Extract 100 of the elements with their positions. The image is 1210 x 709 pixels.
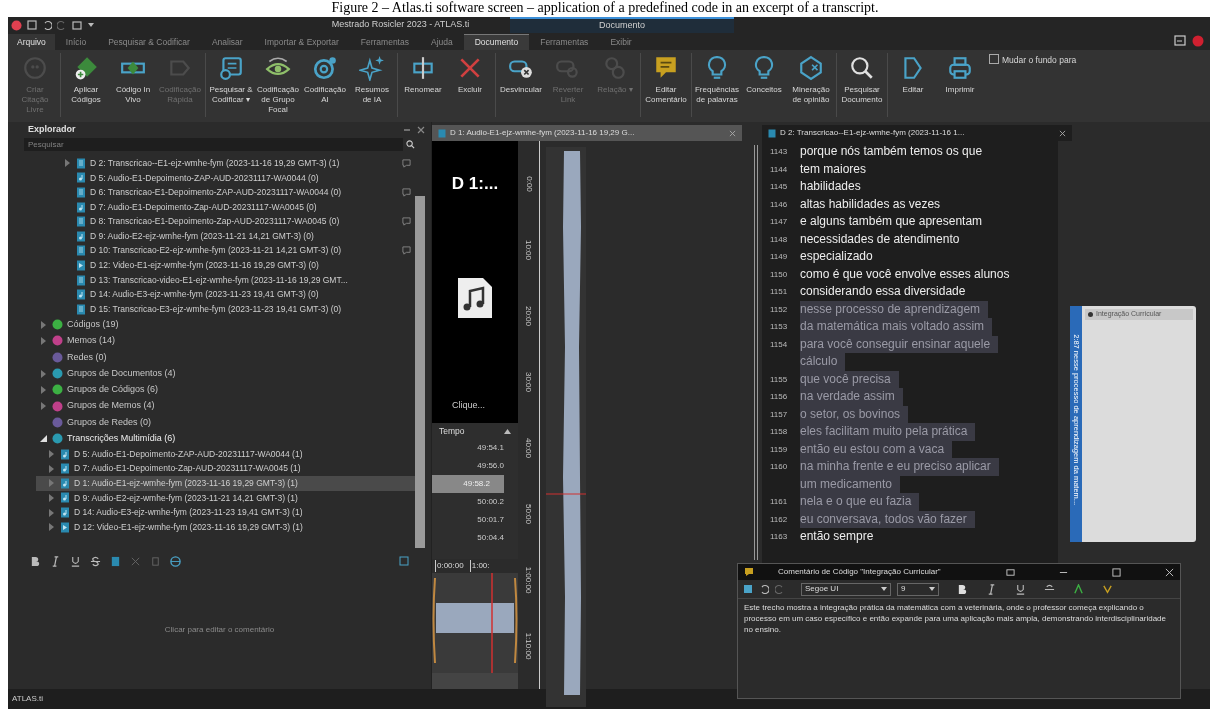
- tree-item[interactable]: Grupos de Redes (0): [36, 414, 415, 431]
- ribbon-tab[interactable]: Ferramentas: [349, 34, 420, 50]
- comment-icon: [402, 188, 411, 197]
- ruler-label: 10:00: [523, 240, 535, 260]
- checkbox[interactable]: [989, 54, 999, 64]
- tree-item[interactable]: Grupos de Códigos (6): [36, 381, 415, 398]
- ribbon-tab[interactable]: Analisar: [200, 34, 254, 50]
- tree-item[interactable]: D 5: Audio-E1-Depoimento-ZAP-AUD-20231117-WA0044 (0): [52, 170, 415, 186]
- line-number: 1150: [769, 268, 789, 281]
- ribbon-button[interactable]: Mineração de opinião: [789, 53, 833, 105]
- document-icon: [110, 555, 121, 567]
- close-icon: [729, 129, 736, 137]
- ribbon-button[interactable]: Editar Comentário: [644, 53, 688, 105]
- tree-item[interactable]: D 13: Transcricao-video-E1-ejz-wmhe-fym (2023-11-16 19,29 GMT...: [52, 272, 415, 288]
- tree-item[interactable]: D 14: Audio-E3-ejz-wmhe-fym (2023-11-23 19,41 GMT-3) (0): [52, 287, 415, 302]
- ribbon-button[interactable]: Excluir: [448, 53, 492, 95]
- sparkle-icon: [359, 55, 385, 81]
- audio-document-icon: [60, 477, 70, 489]
- tree-item[interactable]: D 1: Audio-E1-ejz-wmhe-fym (2023-11-16 19,29 GMT-3) (1): [36, 476, 415, 491]
- tree-item[interactable]: Grupos de Memos (4): [36, 398, 415, 415]
- ribbon-button[interactable]: Codificação de Grupo Focal: [256, 53, 300, 115]
- line-number: 1157: [769, 408, 789, 421]
- ribbon-tab[interactable]: Importar & Exportar: [253, 34, 350, 50]
- ribbon-tab[interactable]: Exibir: [599, 34, 643, 50]
- ribbon-button[interactable]: Pesquisar & Codificar ▾: [209, 53, 253, 105]
- tree-item[interactable]: Transcrições Multimídia (6): [36, 430, 415, 447]
- time-entry[interactable]: 50:01.7: [432, 511, 518, 529]
- ribbon-button[interactable]: Desvincular: [499, 53, 543, 95]
- ruler-label: 1:10:00: [523, 632, 535, 660]
- scrollbar[interactable]: [415, 156, 425, 548]
- ribbon-button[interactable]: Código In Vivo: [111, 53, 155, 105]
- tree-item[interactable]: D 9: Audio-E2-ejz-wmhe-fym (2023-11-21 14,21 GMT-3) (0): [52, 228, 415, 244]
- tree-item[interactable]: D 7: Audio-E1-Depoimento-Zap-AUD-20231117-WA0045 (1): [36, 461, 415, 477]
- tree-item[interactable]: Grupos de Documentos (4): [36, 365, 415, 382]
- comment-icon: [402, 158, 411, 168]
- comment-icon: [402, 246, 411, 256]
- tree-item[interactable]: Memos (14): [36, 332, 415, 350]
- time-entry[interactable]: 50:00.2: [432, 493, 518, 511]
- ruler-label: 50:00: [523, 504, 535, 524]
- audio-document-icon: [60, 448, 70, 460]
- tree-item[interactable]: D 5: Audio-E1-Depoimento-ZAP-AUD-20231117-WA0044 (1): [36, 446, 415, 462]
- ruler-label: 20:00: [523, 306, 535, 326]
- line-number: 1143: [769, 146, 789, 158]
- ribbon-tab[interactable]: Arquivo: [8, 34, 55, 50]
- time-entry[interactable]: 49:56.0: [432, 457, 518, 475]
- tree-item[interactable]: D 7: Audio-E1-Depoimento-Zap-AUD-20231117-WA0045 (0): [52, 199, 415, 215]
- time-entry[interactable]: 50:04.4: [432, 529, 518, 547]
- quote-icon: [22, 55, 48, 81]
- comment-placeholder[interactable]: Clicar para editar o comentário: [164, 623, 275, 636]
- document-icon: [438, 128, 446, 138]
- transcript-line: tem maiores: [800, 160, 868, 178]
- tree-item[interactable]: D 14: Audio-E3-ejz-wmhe-fym (2023-11-23 19,41 GMT-3) (1): [36, 505, 415, 520]
- font-dropdown[interactable]: Segoe UI: [801, 582, 891, 596]
- document-tab[interactable]: D 1: Audio-E1-ejz-wmhe-fym (2023-11-16 19,29 G...: [432, 125, 742, 141]
- ribbon-button[interactable]: Pesquisar Documento: [840, 53, 884, 105]
- close-icon: [1059, 129, 1066, 137]
- size-dropdown[interactable]: 9: [897, 582, 939, 596]
- tree-item[interactable]: D 15: Transcricao-E3-ejz-wmhe-fym (2023-11-23 19,41 GMT-3) (0): [52, 301, 415, 317]
- tree-item[interactable]: D 2: Transcricao--E1-ejz-wmhe-fym (2023-11-16 19,29 GMT-3) (1): [52, 156, 415, 171]
- ribbon-tab[interactable]: Documento: [463, 34, 530, 50]
- ribbon-button[interactable]: Codificação AI: [303, 53, 347, 105]
- time-entry[interactable]: 49:54.1: [432, 439, 518, 457]
- ribbon-button[interactable]: Renomear: [401, 53, 445, 95]
- ribbon-button[interactable]: Frequências de palavras: [695, 53, 739, 105]
- tree-item[interactable]: Códigos (19): [36, 316, 415, 333]
- comment-icon: [402, 217, 411, 227]
- search-field[interactable]: Pesquisar: [24, 138, 403, 151]
- ribbon-tab[interactable]: Pesquisar & Codificar: [97, 34, 201, 50]
- printer-icon: [947, 55, 973, 81]
- audio-document-icon: [76, 172, 86, 184]
- ribbon-button[interactable]: Aplicar Códigos: [64, 53, 108, 105]
- tree-item[interactable]: D 9: Audio-E2-ejz-wmhe-fym (2023-11-21 14,21 GMT-3) (1): [36, 490, 415, 506]
- figure-caption: Figure 2 – Atlas.ti software screen – application of a predefined code in an excerpt of a transcript.: [331, 0, 879, 15]
- ribbon-button[interactable]: Imprimir: [938, 53, 982, 95]
- ribbon-tab[interactable]: Ferramentas: [529, 34, 600, 50]
- tree-item[interactable]: D 6: Transcricao-E1-Depoimento-ZAP-AUD-20231117-WA0044 (0): [52, 185, 415, 200]
- ribbon-tab[interactable]: Ajuda: [419, 34, 464, 50]
- ribbon-button[interactable]: Editar: [891, 53, 935, 95]
- audio-document-icon: [76, 201, 86, 213]
- line-number: 1145: [769, 181, 789, 193]
- comment-text[interactable]: Este trecho mostra a integração prática da matemática com a veterinária, onde o professor começa explicando o processo em um caso específico e então expande para uma aplicação mais ampla, demonstrando interdisciplinaridade no ensino.: [738, 598, 1180, 635]
- scrollbar[interactable]: [754, 145, 758, 560]
- line-number: 1163: [769, 531, 789, 543]
- document-tab[interactable]: D 2: Transcricao--E1-ejz-wmhe-fym (2023-11-16 1...: [762, 125, 1072, 141]
- tree-item[interactable]: D 12: Video-E1-ejz-wmhe-fym (2023-11-16 19,29 GMT-3) (0): [52, 258, 415, 273]
- ribbon-button[interactable]: Resumos de IA: [350, 53, 394, 105]
- ribbon-button[interactable]: Conceitos: [742, 53, 786, 95]
- tree-item[interactable]: D 8: Transcricao-E1-Depoimento-Zap-AUD-20231117-WA0045 (0): [52, 214, 415, 229]
- tree-item[interactable]: D 10: Transcricao-E2-ejz-wmhe-fym (2023-11-21 14,21 GMT-3) (0): [52, 243, 415, 259]
- tree-item[interactable]: D 12: Video-E1-ejz-wmhe-fym (2023-11-16 19,29 GMT-3) (1): [36, 519, 415, 535]
- transcript-line: como é que você envolve esses alunos: [800, 265, 1011, 283]
- window-icon: [72, 20, 82, 30]
- preview-hint[interactable]: Clique...: [452, 398, 486, 412]
- ruler-label: 0:00: [523, 176, 535, 192]
- strikethrough-icon: [90, 555, 101, 567]
- save-icon: [743, 584, 753, 594]
- tree-item[interactable]: Redes (0): [36, 349, 415, 366]
- ribbon-tab[interactable]: Início: [54, 34, 98, 50]
- undo-icon: [42, 20, 52, 30]
- undo-icon: [759, 584, 769, 594]
